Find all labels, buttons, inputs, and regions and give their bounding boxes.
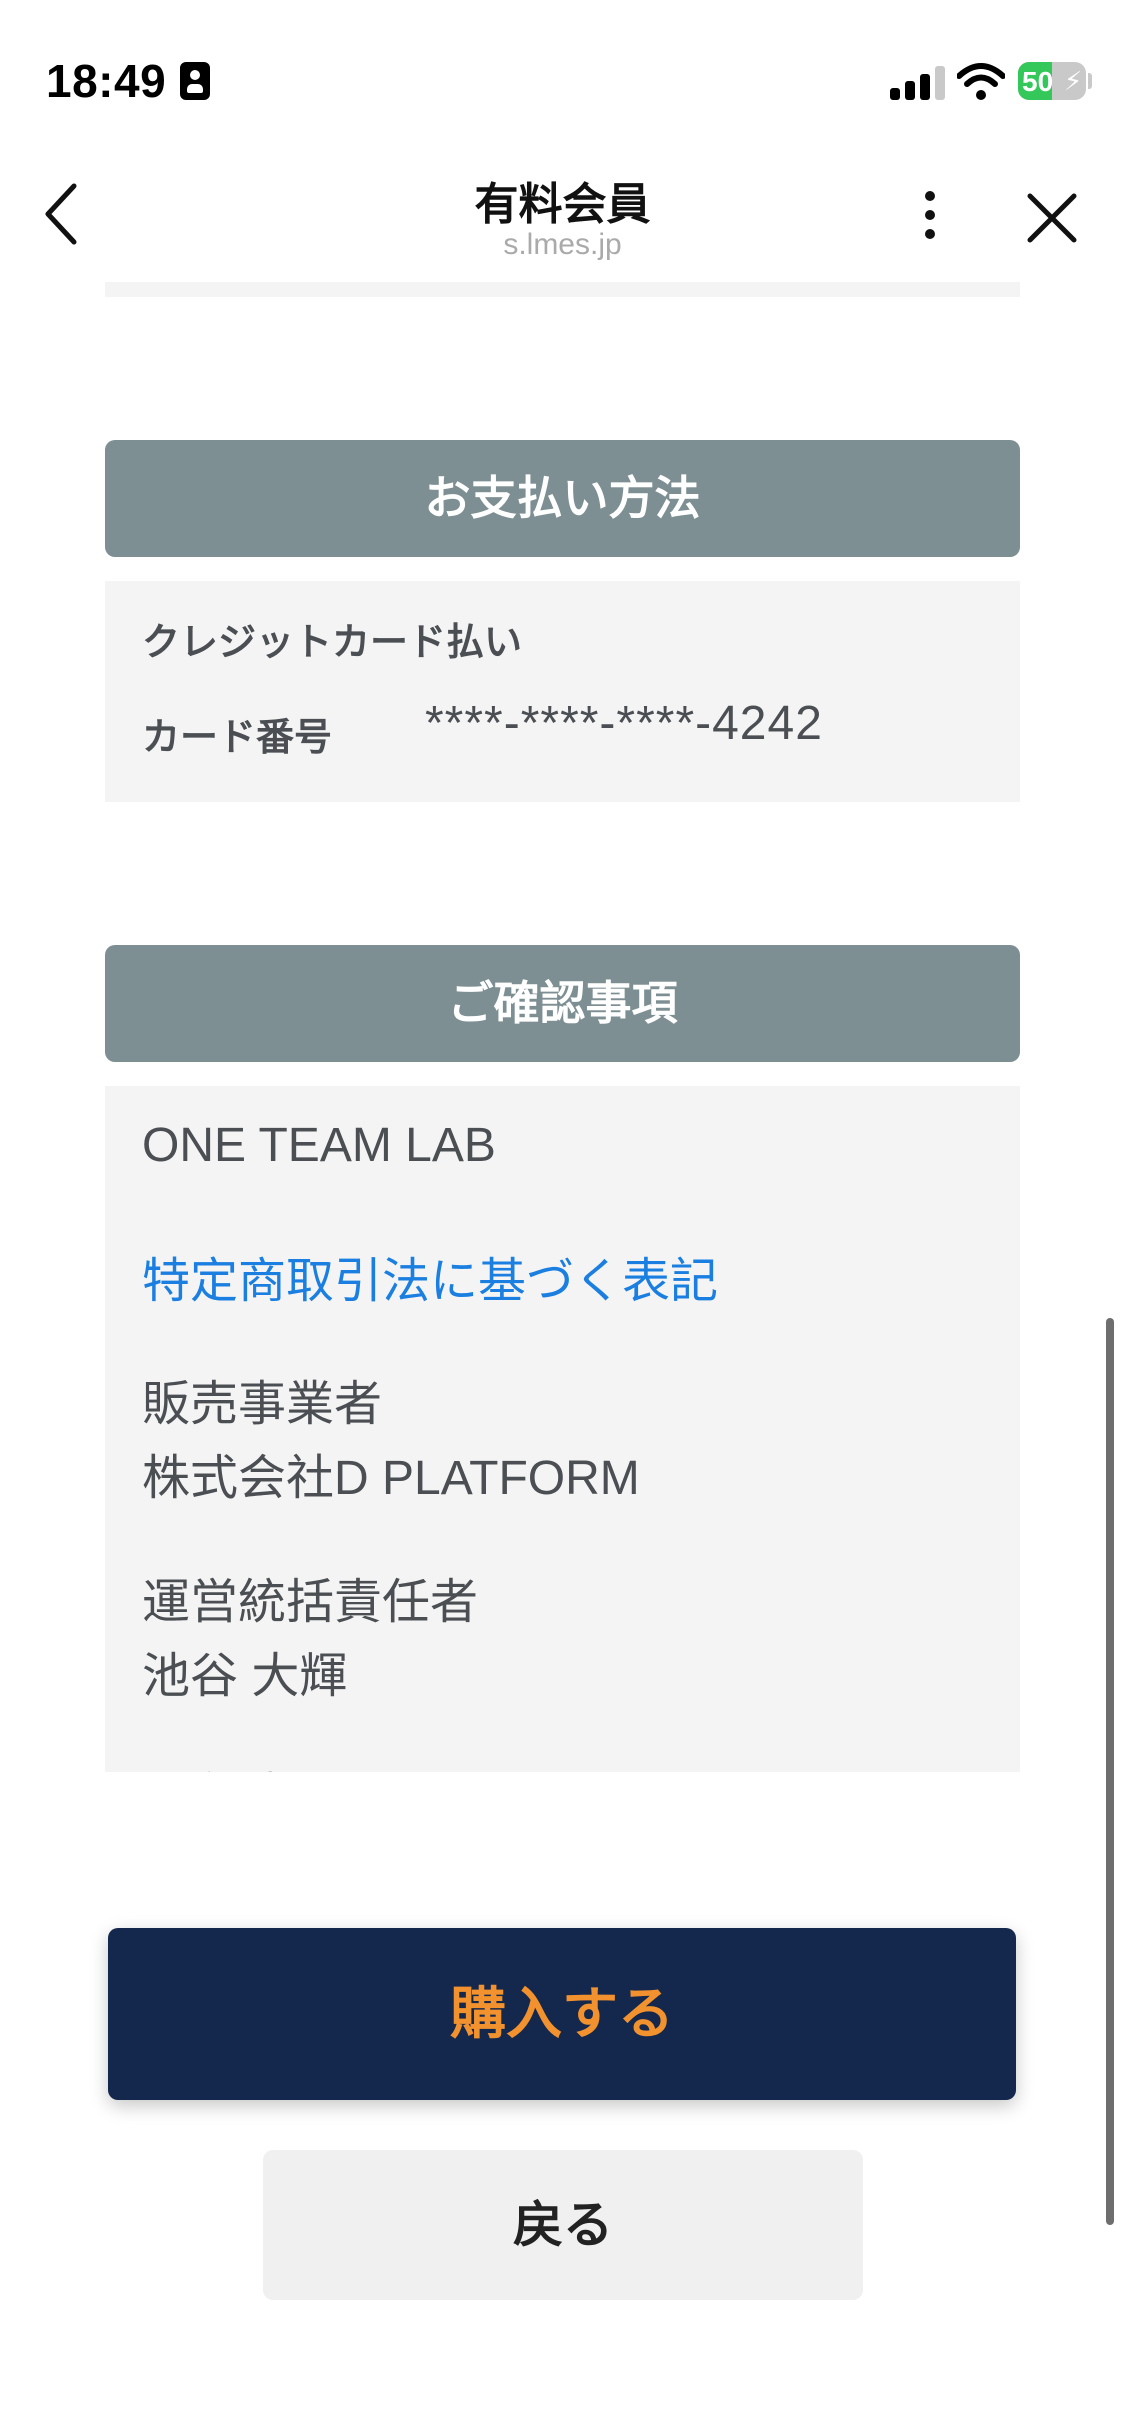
confirm-section-header: ご確認事項 — [105, 945, 1020, 1062]
manager-label: 運営統括責任者 — [142, 1576, 479, 1629]
payment-method: クレジットカード払い — [142, 622, 523, 664]
charging-bolt-icon: ⚡ — [1064, 66, 1083, 96]
wifi-icon — [957, 63, 1005, 100]
payment-panel: クレジットカード払い カード番号 ****-****-****-4242 — [105, 581, 1020, 802]
commercial-law-link[interactable]: 特定商取引法に基づく表記 — [142, 1241, 718, 1311]
purchase-button[interactable]: 購入する — [108, 1928, 1016, 2100]
card-number-label: カード番号 — [142, 717, 333, 759]
card-number-value: ****-****-****-4242 — [425, 697, 823, 750]
seller-label: 販売事業者 — [142, 1378, 383, 1431]
previous-panel-edge — [105, 282, 1020, 297]
payment-section-header: お支払い方法 — [105, 440, 1020, 557]
confirm-panel: ONE TEAM LAB 特定商取引法に基づく表記 販売事業者 株式会社D PL… — [105, 1086, 1020, 1772]
page-url: s.lmes.jp — [503, 228, 622, 261]
more-vertical-icon[interactable] — [915, 185, 945, 245]
cellular-signal-icon — [890, 66, 946, 100]
manager-value: 池谷 大輝 — [142, 1650, 348, 1703]
status-bar: 18:49 50 ⚡ — [0, 0, 1125, 150]
scrollbar[interactable] — [1106, 1318, 1114, 2225]
page-title: 有料会員 — [474, 180, 651, 229]
contact-card-icon — [180, 62, 210, 100]
address-label: 所在地 — [142, 1756, 286, 1772]
seller-value: 株式会社D PLATFORM — [142, 1452, 640, 1505]
close-icon[interactable] — [1024, 190, 1080, 246]
battery-cap — [1088, 73, 1092, 89]
battery-icon: 50 ⚡ — [1018, 62, 1086, 100]
company-name: ONE TEAM LAB — [142, 1119, 496, 1172]
battery-level: 50 — [1022, 66, 1054, 97]
status-time: 18:49 — [46, 55, 167, 107]
back-button[interactable]: 戻る — [263, 2150, 863, 2300]
